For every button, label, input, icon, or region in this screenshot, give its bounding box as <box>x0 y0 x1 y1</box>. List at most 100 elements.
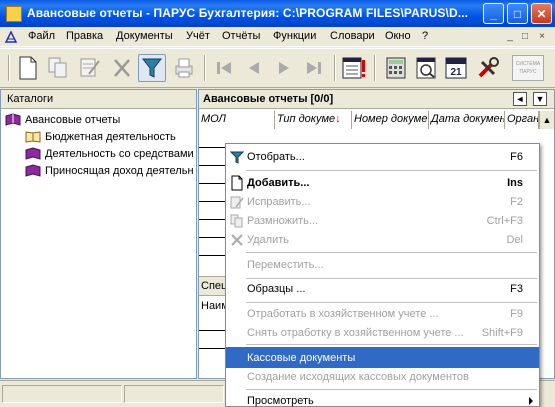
column-mol[interactable]: МОЛ <box>199 111 275 129</box>
menu-separator <box>246 252 537 253</box>
mdi-close-button[interactable]: × <box>535 31 549 43</box>
menu-item-label: Кассовые документы <box>247 351 356 364</box>
first-record-icon[interactable] <box>210 54 238 82</box>
tree-item-funds[interactable]: Деятельность со средствами <box>25 147 194 160</box>
menu-item-label: Отобрать... <box>247 150 305 163</box>
copy-icon <box>229 213 245 229</box>
menu-item-label: Размножить... <box>247 214 319 227</box>
menu-accounting[interactable]: Учёт <box>186 30 210 42</box>
column-doc-number[interactable]: Номер докуме <box>352 111 429 129</box>
last-record-icon[interactable] <box>300 54 328 82</box>
menu-bar: Файл Правка Документы Учёт Отчёты Функци… <box>0 27 555 47</box>
date-icon[interactable]: 21 <box>442 54 470 82</box>
menu-item-unpost-accounting[interactable]: Снять отработку в хозяйственном учете ..… <box>226 322 539 343</box>
title-bar[interactable]: Авансовые отчеты - ПАРУС Бухгалтерия: C:… <box>0 0 555 27</box>
toolbar-grip <box>8 55 10 81</box>
toolbar-separator <box>374 55 376 81</box>
delete-icon[interactable] <box>108 54 136 82</box>
menu-item-label: Создание исходящих кассовых документов <box>247 370 469 383</box>
menu-item-move[interactable]: Переместить... <box>226 254 539 275</box>
menu-item-edit[interactable]: Исправить... F2 <box>226 191 539 212</box>
menu-functions[interactable]: Функции <box>273 30 316 42</box>
menu-item-shortcut: Ins <box>507 176 523 189</box>
menu-item-shortcut: Shift+F9 <box>481 326 523 339</box>
menu-help[interactable]: ? <box>422 30 428 42</box>
menu-item-shortcut: F9 <box>510 307 523 320</box>
menu-item-label: Просмотреть <box>247 394 314 407</box>
tree-item-label: Деятельность со средствами <box>45 147 194 160</box>
edit-icon[interactable] <box>76 54 104 82</box>
new-doc-icon <box>229 175 245 191</box>
menu-edit[interactable]: Правка <box>66 30 103 42</box>
book-icon <box>25 164 41 177</box>
collapse-left-icon[interactable]: ◄ <box>513 92 527 106</box>
filter-icon[interactable] <box>138 54 166 82</box>
menu-item-shortcut: F3 <box>510 282 523 295</box>
column-doc-type[interactable]: Тип докуме↓ <box>275 111 352 129</box>
status-cell <box>2 385 122 403</box>
menu-item-filter[interactable]: Отобрать... F6 <box>226 146 539 167</box>
menu-file[interactable]: Файл <box>28 30 55 42</box>
parus-logo: СИСТЕМА ПАРУС <box>510 54 546 82</box>
menu-item-shortcut: F6 <box>510 150 523 163</box>
menu-item-add[interactable]: Добавить... Ins <box>226 172 539 193</box>
copy-icon[interactable] <box>44 54 72 82</box>
tree-item-label: Авансовые отчеты <box>25 113 121 126</box>
close-button[interactable]: ✕ <box>531 3 552 24</box>
new-document-icon[interactable] <box>14 54 42 82</box>
menu-item-view[interactable]: Просмотреть <box>226 390 539 407</box>
status-cell <box>124 385 224 403</box>
mdi-restore-button[interactable]: □ <box>518 31 532 43</box>
collapse-down-icon[interactable]: ▼ <box>533 92 547 106</box>
menu-item-label: Удалить <box>247 233 289 246</box>
edit-icon <box>229 194 245 210</box>
open-book-icon <box>25 130 41 143</box>
tree-item-budget[interactable]: Бюджетная деятельность <box>25 130 176 143</box>
menu-item-label: Переместить... <box>247 258 324 271</box>
mdi-minimize-button[interactable]: _ <box>503 31 517 43</box>
menu-item-delete[interactable]: Удалить Del <box>226 229 539 250</box>
menu-window[interactable]: Окно <box>385 30 411 42</box>
tree-item-income[interactable]: Приносящая доход деятельн <box>25 164 194 177</box>
catalog-panel: Каталоги Авансовые отчеты Бюджетная деят… <box>0 89 197 379</box>
catalog-header: Каталоги <box>1 90 196 109</box>
preview-icon[interactable] <box>412 54 440 82</box>
context-menu: Отобрать... F6 Добавить... Ins Исправить… <box>225 143 540 407</box>
menu-separator <box>246 344 537 345</box>
menu-item-create-cash-documents[interactable]: Создание исходящих кассовых документов <box>226 366 539 387</box>
column-doc-type-label: Тип докуме <box>277 113 336 125</box>
calculator-icon[interactable] <box>382 54 410 82</box>
submenu-arrow-icon <box>529 396 533 405</box>
menu-item-shortcut: F2 <box>510 195 523 208</box>
minimize-button[interactable]: _ <box>483 3 504 24</box>
menu-documents[interactable]: Документы <box>116 30 173 42</box>
tree-item-label: Приносящая доход деятельн <box>45 164 194 177</box>
menu-item-post-accounting[interactable]: Отработать в хозяйственном учете ... F9 <box>226 303 539 324</box>
tree-item-root[interactable]: Авансовые отчеты <box>5 113 120 126</box>
next-record-icon[interactable] <box>270 54 298 82</box>
menu-item-shortcut: Ctrl+F3 <box>486 214 523 227</box>
date-badge: 21 <box>450 67 462 78</box>
documents-title: Авансовые отчеты [0/0] <box>203 93 334 105</box>
maximize-button[interactable]: □ <box>507 3 528 24</box>
filter-icon <box>229 149 245 165</box>
column-org[interactable]: Органи <box>505 111 539 129</box>
menu-reports[interactable]: Отчёты <box>222 30 260 42</box>
print-icon[interactable] <box>170 54 198 82</box>
menu-item-templates[interactable]: Образцы ... F3 <box>226 278 539 299</box>
calendar-icon[interactable] <box>340 54 368 82</box>
book-icon <box>5 113 21 126</box>
menu-dictionaries[interactable]: Словари <box>330 30 375 42</box>
menu-item-cash-documents[interactable]: Кассовые документы <box>226 347 539 368</box>
app-icon <box>6 6 22 22</box>
prev-record-icon[interactable] <box>240 54 268 82</box>
menu-item-label: Отработать в хозяйственном учете ... <box>247 307 439 320</box>
menu-item-label: Снять отработку в хозяйственном учете ..… <box>247 326 464 339</box>
tree-item-label: Бюджетная деятельность <box>45 130 176 143</box>
column-doc-date[interactable]: Дата докумен <box>429 111 505 129</box>
sort-arrow-icon: ↓ <box>335 113 341 125</box>
menu-item-duplicate[interactable]: Размножить... Ctrl+F3 <box>226 210 539 231</box>
document-icon[interactable] <box>4 30 18 44</box>
tools-icon[interactable] <box>474 54 502 82</box>
scroll-up-icon[interactable]: ▲ <box>539 111 554 129</box>
